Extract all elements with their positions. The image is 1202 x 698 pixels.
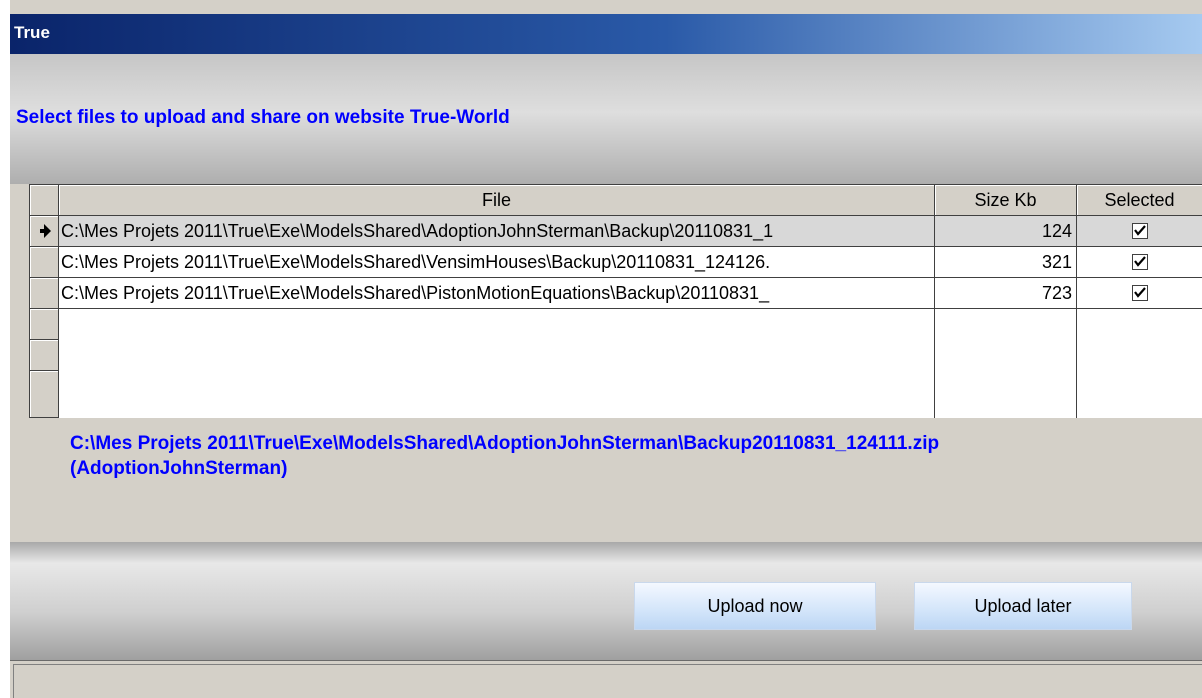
selected-checkbox[interactable] bbox=[1132, 254, 1148, 270]
file-details-panel: C:\Mes Projets 2011\True\Exe\ModelsShare… bbox=[62, 424, 1202, 542]
file-path-cell[interactable]: C:\Mes Projets 2011\True\Exe\ModelsShare… bbox=[59, 278, 935, 309]
column-header-file[interactable]: File bbox=[59, 185, 935, 216]
row-indicator[interactable] bbox=[30, 371, 59, 418]
status-bar bbox=[10, 660, 1202, 698]
empty-selected-cell bbox=[1077, 309, 1202, 418]
checkmark-icon bbox=[1134, 287, 1146, 298]
upload-later-button[interactable]: Upload later bbox=[914, 582, 1132, 630]
upload-now-button[interactable]: Upload now bbox=[634, 582, 876, 630]
arrow-right-icon bbox=[40, 224, 51, 238]
details-model-name: (AdoptionJohnSterman) bbox=[70, 458, 288, 479]
file-path-cell[interactable]: C:\Mes Projets 2011\True\Exe\ModelsShare… bbox=[59, 216, 935, 247]
checkmark-icon bbox=[1134, 225, 1146, 236]
file-path-cell[interactable]: C:\Mes Projets 2011\True\Exe\ModelsShare… bbox=[59, 247, 935, 278]
empty-file-cell bbox=[59, 309, 935, 418]
title-bar[interactable]: True bbox=[10, 14, 1202, 54]
selected-cell[interactable] bbox=[1077, 278, 1202, 309]
selected-cell[interactable] bbox=[1077, 216, 1202, 247]
grid-corner-header bbox=[30, 185, 59, 216]
button-panel: Upload now Upload later bbox=[10, 542, 1202, 660]
selected-cell[interactable] bbox=[1077, 247, 1202, 278]
instruction-text: Select files to upload and share on webs… bbox=[16, 107, 510, 128]
checkmark-icon bbox=[1134, 256, 1146, 267]
size-cell[interactable]: 321 bbox=[935, 247, 1077, 278]
window-title: True bbox=[14, 23, 50, 42]
file-details-text: C:\Mes Projets 2011\True\Exe\ModelsShare… bbox=[70, 431, 1200, 481]
column-header-selected[interactable]: Selected bbox=[1077, 185, 1202, 216]
status-panel bbox=[13, 664, 1202, 698]
row-indicator[interactable] bbox=[30, 216, 59, 247]
empty-size-cell bbox=[935, 309, 1077, 418]
row-indicator[interactable] bbox=[30, 278, 59, 309]
selected-checkbox[interactable] bbox=[1132, 223, 1148, 239]
row-indicator[interactable] bbox=[30, 340, 59, 371]
selected-checkbox[interactable] bbox=[1132, 285, 1148, 301]
upload-window: True Select files to upload and share on… bbox=[10, 0, 1202, 698]
details-path: C:\Mes Projets 2011\True\Exe\ModelsShare… bbox=[70, 433, 940, 454]
column-header-size[interactable]: Size Kb bbox=[935, 185, 1077, 216]
size-cell[interactable]: 124 bbox=[935, 216, 1077, 247]
size-cell[interactable]: 723 bbox=[935, 278, 1077, 309]
files-grid: File Size Kb Selected C:\Mes Projets 201… bbox=[29, 184, 1202, 418]
row-indicator[interactable] bbox=[30, 309, 59, 340]
row-indicator[interactable] bbox=[30, 247, 59, 278]
